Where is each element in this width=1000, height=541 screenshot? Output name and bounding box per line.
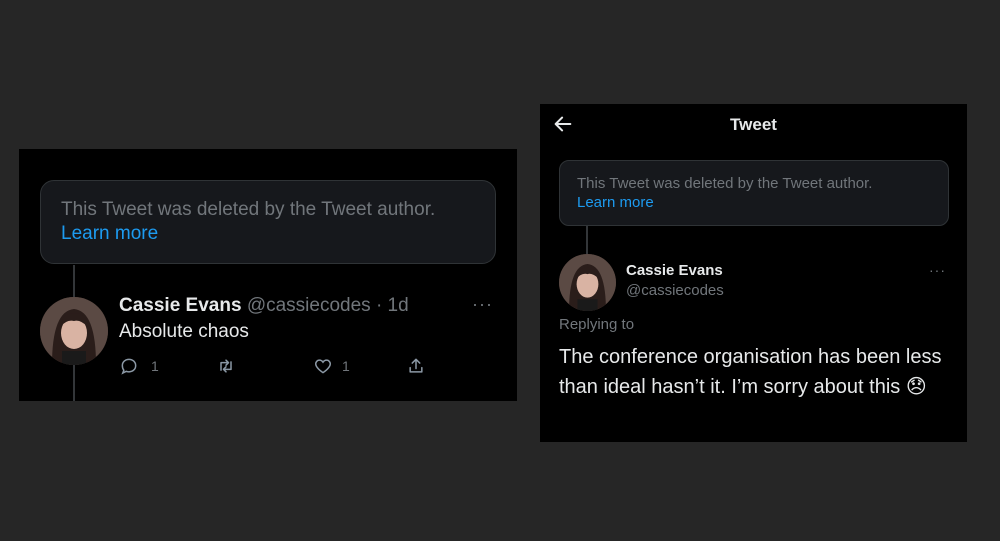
thread-line-bottom (73, 365, 75, 401)
tweet-text: Absolute chaos (119, 321, 249, 342)
retweet-button[interactable] (216, 356, 313, 376)
learn-more-link[interactable]: Learn more (577, 193, 931, 212)
deleted-tweet-notice: This Tweet was deleted by the Tweet auth… (40, 180, 496, 264)
avatar[interactable] (559, 254, 616, 311)
more-icon[interactable]: ··· (472, 294, 493, 315)
avatar[interactable] (40, 297, 108, 365)
tweet-time[interactable]: · 1d (376, 295, 409, 316)
page-title: Tweet (730, 115, 777, 134)
author-name[interactable]: Cassie Evans (119, 295, 242, 316)
tweet-text: The conference organisation has been les… (559, 346, 942, 398)
reply-count: 1 (151, 358, 159, 374)
retweet-icon (220, 359, 232, 373)
author-handle[interactable]: @cassiecodes (247, 295, 371, 316)
author-handle[interactable]: @cassiecodes (626, 282, 724, 299)
like-icon (314, 359, 332, 374)
thread-line-top (73, 265, 75, 297)
more-icon[interactable]: ··· (929, 262, 946, 278)
tweet-header: Cassie Evans @cassiecodes · 1d (119, 295, 409, 317)
like-button[interactable]: 1 (313, 356, 406, 376)
share-button[interactable] (406, 356, 426, 376)
avatar-image (559, 254, 616, 311)
learn-more-link[interactable]: Learn more (61, 222, 475, 246)
reply-button[interactable]: 1 (119, 356, 216, 376)
deleted-message: This Tweet was deleted by the Tweet auth… (577, 175, 873, 192)
thread-line (586, 226, 588, 254)
replying-to: Replying to (559, 316, 635, 333)
like-count: 1 (342, 358, 350, 374)
deleted-message: This Tweet was deleted by the Tweet auth… (61, 199, 436, 220)
tweet-detail-right: Tweet This Tweet was deleted by the Twee… (540, 104, 967, 442)
share-icon (409, 358, 423, 373)
deleted-tweet-notice: This Tweet was deleted by the Tweet auth… (559, 160, 949, 226)
author-name[interactable]: Cassie Evans (626, 262, 723, 279)
tweet-actions: 1 1 (119, 356, 439, 376)
avatar-image (40, 297, 108, 365)
reply-icon (121, 358, 137, 375)
tweet-thread-left: This Tweet was deleted by the Tweet auth… (19, 149, 517, 401)
top-bar: Tweet (540, 104, 967, 144)
